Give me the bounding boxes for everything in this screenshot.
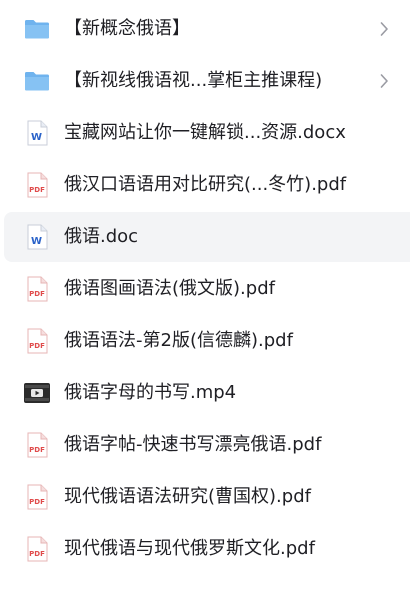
word-doc-icon: W bbox=[24, 224, 50, 250]
video-thumbnail-icon bbox=[24, 380, 50, 406]
file-name-label: 俄语.doc bbox=[64, 226, 139, 247]
file-row[interactable]: PDF 俄语图画语法(俄文版).pdf bbox=[4, 264, 410, 314]
file-name-label: 宝藏网站让你一键解锁...资源.docx bbox=[64, 122, 346, 143]
folder-row[interactable]: 【新视线俄语视...掌柜主推课程) bbox=[4, 56, 410, 106]
svg-text:W: W bbox=[31, 236, 42, 247]
file-row[interactable]: 俄语字母的书写.mp4 bbox=[4, 368, 410, 418]
pdf-icon: PDF bbox=[24, 276, 50, 302]
svg-text:PDF: PDF bbox=[29, 186, 45, 194]
svg-text:PDF: PDF bbox=[29, 290, 45, 298]
file-row[interactable]: W 俄语.doc bbox=[4, 212, 410, 262]
file-name-label: 现代俄语语法研究(曹国权).pdf bbox=[64, 486, 311, 507]
file-name-label: 现代俄语与现代俄罗斯文化.pdf bbox=[64, 538, 315, 559]
file-row[interactable]: PDF 俄汉口语语用对比研究(...冬竹).pdf bbox=[4, 160, 410, 210]
chevron-right-icon[interactable] bbox=[378, 21, 390, 37]
chevron-right-icon[interactable] bbox=[378, 73, 390, 89]
pdf-icon: PDF bbox=[24, 172, 50, 198]
svg-text:PDF: PDF bbox=[29, 446, 45, 454]
file-name-label: 俄语字母的书写.mp4 bbox=[64, 382, 237, 403]
svg-text:PDF: PDF bbox=[29, 550, 45, 558]
file-row[interactable]: PDF 俄语语法-第2版(信德麟).pdf bbox=[4, 316, 410, 366]
folder-row[interactable]: 【新概念俄语】 bbox=[4, 4, 410, 54]
file-row[interactable]: PDF 俄语字帖-快速书写漂亮俄语.pdf bbox=[4, 420, 410, 470]
pdf-icon: PDF bbox=[24, 432, 50, 458]
file-name-label: 【新概念俄语】 bbox=[64, 18, 190, 39]
word-doc-icon: W bbox=[24, 120, 50, 146]
folder-icon bbox=[24, 16, 50, 42]
file-list: 【新概念俄语】 【新视线俄语视...掌柜主推课程) W 宝藏网站让你一键解锁..… bbox=[0, 0, 410, 594]
folder-icon bbox=[24, 68, 50, 94]
file-row[interactable]: W 宝藏网站让你一键解锁...资源.docx bbox=[4, 108, 410, 158]
pdf-icon: PDF bbox=[24, 484, 50, 510]
file-row[interactable]: PDF 现代俄语与现代俄罗斯文化.pdf bbox=[4, 524, 410, 574]
file-name-label: 俄语语法-第2版(信德麟).pdf bbox=[64, 330, 293, 351]
svg-text:PDF: PDF bbox=[29, 342, 45, 350]
file-name-label: 【新视线俄语视...掌柜主推课程) bbox=[64, 70, 323, 91]
pdf-icon: PDF bbox=[24, 328, 50, 354]
file-name-label: 俄语图画语法(俄文版).pdf bbox=[64, 278, 275, 299]
file-name-label: 俄语字帖-快速书写漂亮俄语.pdf bbox=[64, 434, 322, 455]
pdf-icon: PDF bbox=[24, 536, 50, 562]
svg-text:PDF: PDF bbox=[29, 498, 45, 506]
file-row[interactable]: PDF 现代俄语语法研究(曹国权).pdf bbox=[4, 472, 410, 522]
svg-text:W: W bbox=[31, 132, 42, 143]
file-name-label: 俄汉口语语用对比研究(...冬竹).pdf bbox=[64, 174, 347, 195]
